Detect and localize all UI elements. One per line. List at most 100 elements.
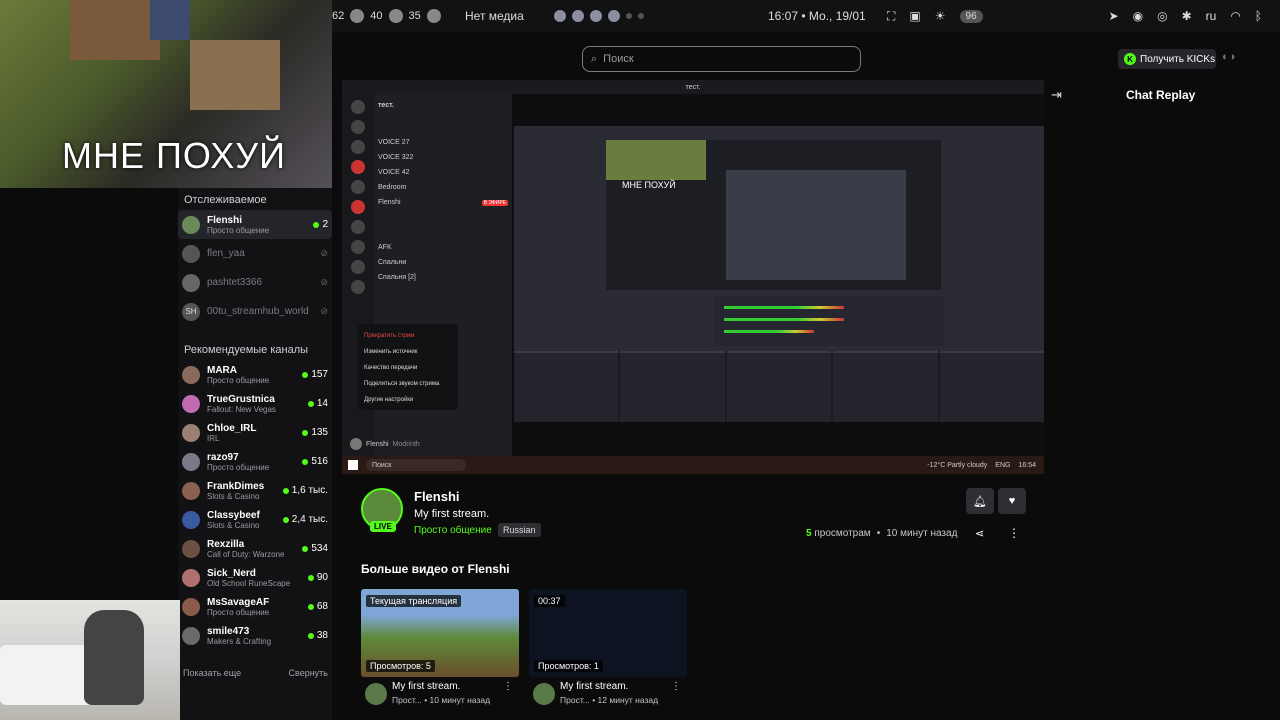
workspace-3[interactable] xyxy=(590,10,602,22)
video-title[interactable]: My first stream. xyxy=(560,681,628,692)
clock[interactable]: 16:07 • Мо., 19/01 xyxy=(768,9,866,23)
streamer-name[interactable]: Flenshi xyxy=(414,489,460,504)
sidebar-channel-item[interactable]: razo97 Просто общение 516 xyxy=(178,447,332,476)
viewer-count: 157 xyxy=(302,369,328,380)
video-thumbnail[interactable]: 00:37 Просмотров: 1 xyxy=(529,589,687,677)
video-thumbnail[interactable]: Текущая трансляция Просмотров: 5 xyxy=(361,589,519,677)
stream-stats: 5 просмотрам • 10 минут назад xyxy=(806,528,958,539)
sidebar-channel-item[interactable]: flen_yaa ⊘ xyxy=(178,239,332,268)
sidebar-channel-item[interactable]: MARA Просто общение 157 xyxy=(178,360,332,389)
stat-1: 62 xyxy=(332,10,345,22)
settings-icon[interactable]: ✱ xyxy=(1182,9,1192,23)
telegram-icon[interactable]: ➤ xyxy=(1109,9,1119,23)
bell-icon: 🔔︎ xyxy=(973,495,987,508)
chat-collapse-icon[interactable]: ⇥ xyxy=(1051,87,1062,103)
windows-start-icon xyxy=(348,460,358,470)
other-settings-item: Другие настройки xyxy=(364,397,414,403)
obs-icon[interactable]: ◎ xyxy=(1157,9,1167,23)
share-audio-item: Поделиться звуком стрима xyxy=(364,381,440,387)
channel-name: MARA xyxy=(207,364,237,376)
discord-channel: VOICE 27 xyxy=(378,139,410,146)
video-subtitle: Прост... • 12 минут назад xyxy=(560,695,659,705)
sidebar-channel-item[interactable]: Flenshi Просто общение 2 xyxy=(178,210,332,239)
minecraft-hand xyxy=(190,40,280,110)
sidebar-channel-item[interactable]: MsSavageAF Просто общение 68 xyxy=(178,592,332,621)
channel-avatar xyxy=(182,481,200,500)
channel-category: Slots & Casino xyxy=(207,520,260,530)
video-title[interactable]: My first stream. xyxy=(392,681,460,692)
music-icon xyxy=(426,9,441,23)
more-options-icon[interactable]: ⋮ xyxy=(1008,526,1020,540)
workspace-4[interactable] xyxy=(608,10,620,22)
video-more-icon[interactable]: ⋮ xyxy=(503,681,513,692)
channel-avatar xyxy=(182,539,200,558)
sidebar-channel-item[interactable]: Sick_Nerd Old School RuneScape 90 xyxy=(178,563,332,592)
video-card[interactable]: 00:37 Просмотров: 1 My first stream. Про… xyxy=(529,589,687,711)
workspace-6[interactable] xyxy=(638,13,644,19)
overlay-caption: МНЕ ПОХУЙ xyxy=(62,135,287,176)
show-more-link[interactable]: Показать еще xyxy=(183,668,241,678)
fullscreen-icon[interactable]: ⛶ xyxy=(887,9,895,24)
sidebar-channel-item[interactable]: SH 00tu_streamhub_world ⊘ xyxy=(178,297,332,326)
live-dot-icon xyxy=(307,603,314,610)
video-player[interactable]: тест. тест. VOICE 27 VOICE 322 VOICE 42 … xyxy=(342,80,1044,474)
followed-heading: Отслеживаемое xyxy=(184,194,267,206)
wifi-icon[interactable]: ◠ xyxy=(1230,9,1240,23)
obs-audio-mixer xyxy=(714,296,944,346)
live-dot-icon xyxy=(307,574,314,581)
obs-preview: МНЕ ПОХУЙ xyxy=(606,140,941,290)
channel-name: Classybeef xyxy=(207,509,260,521)
volume-badge[interactable]: 96 xyxy=(959,9,983,23)
offline-icon: ⊘ xyxy=(320,306,328,316)
stream-category[interactable]: Просто общение xyxy=(414,525,492,536)
follow-button[interactable]: ♥ xyxy=(998,488,1026,514)
obs-docks xyxy=(514,351,1044,422)
brightness-icon[interactable]: ☀ xyxy=(935,9,946,23)
sidebar-channel-item[interactable]: Classybeef Slots & Casino 2,4 тыс. xyxy=(178,505,332,534)
profile-icon[interactable]: ◐◑ xyxy=(1222,51,1235,63)
search-input[interactable]: ⌕ Поиск xyxy=(582,46,861,72)
video-channel-avatar[interactable] xyxy=(365,683,387,705)
video-card[interactable]: Текущая трансляция Просмотров: 5 My firs… xyxy=(361,589,519,711)
get-kicks-button[interactable]: K Получить KICKs xyxy=(1118,49,1216,69)
notifications-button[interactable]: 🔔︎ xyxy=(966,488,994,514)
workspace-1[interactable] xyxy=(554,10,566,22)
video-channel-avatar[interactable] xyxy=(533,683,555,705)
video-more-icon[interactable]: ⋮ xyxy=(671,681,681,692)
webcam-overlay-bottom xyxy=(0,600,180,720)
share-icon[interactable]: ⋖ xyxy=(975,527,984,540)
system-top-bar: 62 40 35 Нет медиа 16:07 • Мо., 19/01 ⛶ … xyxy=(332,0,1280,32)
bluetooth-icon[interactable]: ᛒ xyxy=(1255,9,1262,23)
obs-overlay-text: МНЕ ПОХУЙ xyxy=(622,180,676,190)
discord-icon[interactable]: ◉ xyxy=(1133,9,1143,23)
live-dot-icon xyxy=(302,429,309,436)
live-dot-icon xyxy=(302,371,309,378)
discord-channel: VOICE 42 xyxy=(378,169,410,176)
more-videos-heading: Больше видео от Flenshi xyxy=(361,562,510,576)
workspace-5[interactable] xyxy=(626,13,632,19)
windows-taskbar: Поиск -12°C Partly cloudy ENG 16:54 xyxy=(342,456,1044,474)
viewer-count: 2 xyxy=(313,219,328,230)
sidebar-channel-item[interactable]: Chloe_IRL IRL 135 xyxy=(178,418,332,447)
channel-name: Chloe_IRL xyxy=(207,422,257,434)
sidebar-channel-item[interactable]: smile473 Makers & Crafting 38 xyxy=(178,621,332,650)
sidebar-channel-item[interactable]: FrankDimes Slots & Casino 1,6 тыс. xyxy=(178,476,332,505)
discord-channel: VOICE 322 xyxy=(378,154,414,161)
language-tag[interactable]: Russian xyxy=(498,523,541,537)
sidebar-channel-item[interactable]: Rexzilla Call of Duty: Warzone 534 xyxy=(178,534,332,563)
channel-name: Sick_Nerd xyxy=(207,567,256,579)
sidebar-channel-item[interactable]: pashtet3366 ⊘ xyxy=(178,268,332,297)
discord-stream-menu: Прекратить стрим Изменить источник Качес… xyxy=(358,324,458,410)
workspace-switcher[interactable] xyxy=(554,10,644,22)
channel-avatar xyxy=(182,568,200,587)
sidebar-footer: Показать еще Свернуть xyxy=(183,668,328,678)
video-views: Просмотров: 5 xyxy=(366,660,435,672)
workspace-2[interactable] xyxy=(572,10,584,22)
discord-channel: AFK xyxy=(378,244,392,251)
cpu-icon xyxy=(350,9,365,23)
sidebar-channel-item[interactable]: TrueGrustnica Fallout: New Vegas 14 xyxy=(178,389,332,418)
collapse-link[interactable]: Свернуть xyxy=(289,668,328,678)
screen-icon[interactable]: ▣ xyxy=(909,9,920,23)
keyboard-layout[interactable]: ru xyxy=(1206,9,1217,23)
live-dot-icon xyxy=(307,400,314,407)
